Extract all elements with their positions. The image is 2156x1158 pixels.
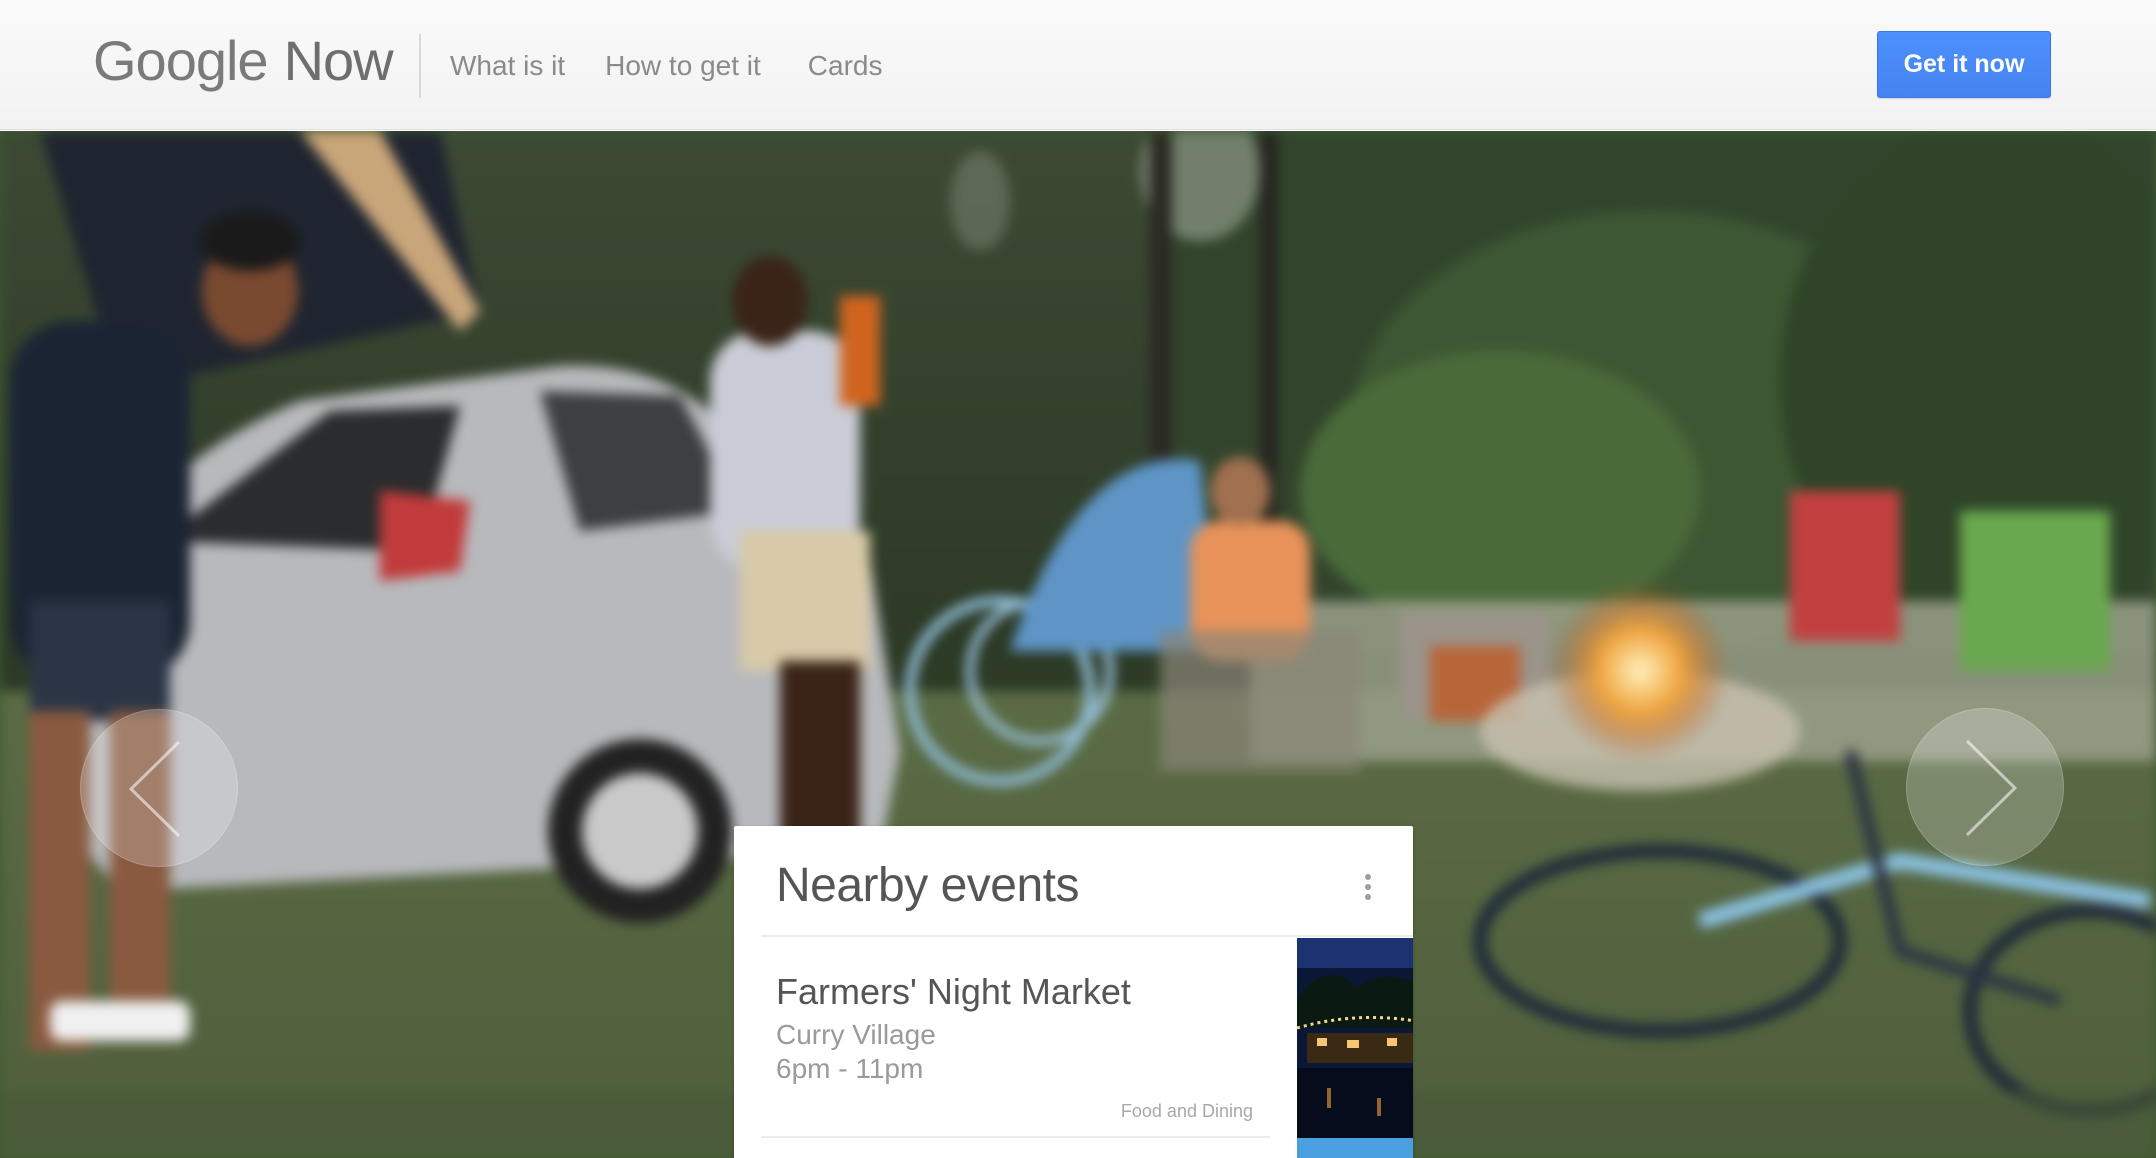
get-it-now-button[interactable]: Get it now [1877, 31, 2051, 98]
nav-cards[interactable]: Cards [808, 46, 883, 86]
card-title: Nearby events [776, 859, 1080, 912]
top-header: Google Now What is it How to get it Card… [0, 0, 2156, 130]
carousel-prev-button[interactable] [80, 709, 238, 867]
chevron-right-icon [1965, 739, 2018, 837]
chevron-left-icon [128, 740, 181, 838]
nearby-events-card: Nearby events Farmers' Night Market Curr… [734, 826, 1413, 1158]
nav-how-to-get-it[interactable]: How to get it [605, 46, 761, 86]
google-now-logo[interactable]: Google Now [93, 26, 394, 96]
event-thumbnail [1297, 938, 1413, 1140]
next-event-thumbnail [1297, 1138, 1413, 1158]
event-time: 6pm - 11pm [776, 1053, 924, 1084]
logo-google-text: Google [93, 29, 269, 92]
event-name: Farmers' Night Market [776, 971, 1131, 1012]
carousel-next-button[interactable] [1906, 708, 2064, 866]
more-vert-icon[interactable] [1361, 874, 1375, 904]
logo-now-text: Now [283, 29, 394, 92]
header-divider [419, 34, 421, 98]
event-category: Food and Dining [1120, 1101, 1253, 1121]
main-nav: What is it How to get it Cards [450, 46, 882, 86]
nav-what-is-it[interactable]: What is it [450, 46, 565, 86]
event-venue: Curry Village [776, 1019, 936, 1050]
card-divider-2 [761, 1136, 1270, 1138]
event-list-item[interactable]: Farmers' Night Market Curry Village 6pm … [761, 936, 1413, 1146]
